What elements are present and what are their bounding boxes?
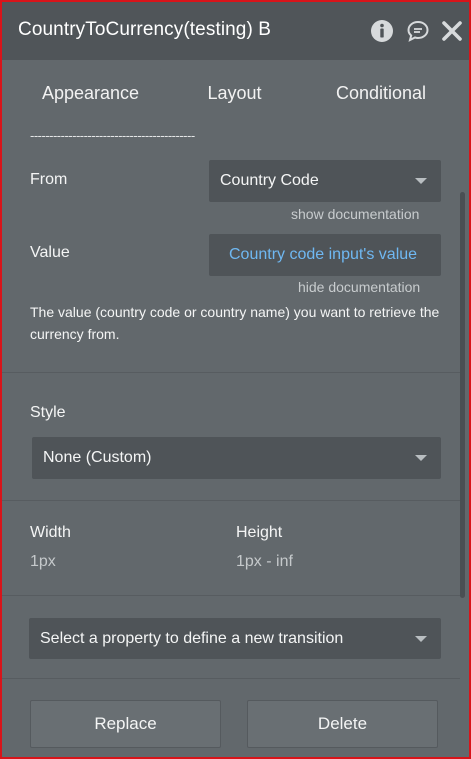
title-bar: CountryToCurrency(testing) B [2,2,469,60]
scrollbar[interactable] [460,192,465,598]
from-label: From [30,171,68,188]
appearance-content: ----------------------------------------… [2,118,469,757]
width-value[interactable]: 1px [30,553,56,571]
style-dropdown[interactable]: None (Custom) [32,437,441,479]
section-divider [2,678,460,679]
height-label: Height [236,524,283,541]
hide-documentation-link[interactable]: hide documentation [298,279,420,295]
value-label: Value [30,244,70,261]
style-label: Style [30,404,66,421]
chevron-down-icon [415,455,427,461]
section-divider [2,595,460,596]
tab-conditional[interactable]: Conditional [307,68,455,118]
section-divider [2,372,460,373]
from-dropdown[interactable]: Country Code [209,160,441,202]
chevron-down-icon [415,635,427,642]
replace-button[interactable]: Replace [30,700,221,748]
show-documentation-link[interactable]: show documentation [291,206,419,222]
from-dropdown-value: Country Code [220,172,319,189]
width-label: Width [30,524,71,541]
tab-layout[interactable]: Layout [172,68,297,118]
transition-dropdown[interactable]: Select a property to define a new transi… [29,618,441,659]
delete-button[interactable]: Delete [247,700,438,748]
value-description: The value (country code or country name)… [30,304,440,342]
comment-icon[interactable] [405,18,431,44]
window-title: CountryToCurrency(testing) B [18,19,272,40]
height-value[interactable]: 1px - inf [236,553,293,571]
value-expression-field[interactable]: Country code input's value [209,234,441,276]
style-dropdown-value: None (Custom) [43,449,152,466]
dashed-separator: ----------------------------------------… [30,128,195,143]
section-divider [2,500,460,501]
info-icon[interactable] [369,18,395,44]
property-editor-panel: CountryToCurrency(testing) B Appearance … [0,0,471,759]
chevron-down-icon [415,178,427,184]
transition-placeholder: Select a property to define a new transi… [40,629,344,647]
close-icon[interactable] [439,18,465,44]
tab-appearance[interactable]: Appearance [18,68,163,118]
